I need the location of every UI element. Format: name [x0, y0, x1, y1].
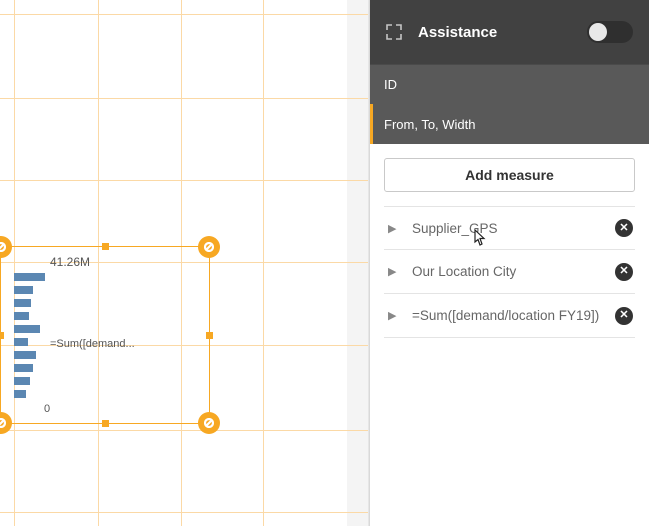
section-from-to-width[interactable]: From, To, Width [370, 104, 649, 144]
panel-body: Add measure ▶Supplier_GPS✕▶Our Location … [370, 144, 649, 338]
expand-icon[interactable] [384, 22, 404, 42]
resize-handle-w[interactable] [0, 332, 4, 339]
resize-handle-se[interactable] [198, 412, 220, 434]
bar [14, 351, 36, 359]
remove-measure-button[interactable]: ✕ [615, 263, 633, 281]
resize-handle-s[interactable] [102, 420, 109, 427]
resize-handle-e[interactable] [206, 332, 213, 339]
y-axis-min-label: 0 [44, 403, 50, 415]
measure-row[interactable]: ▶ Our Location City✕ [384, 250, 635, 294]
measure-row[interactable]: ▶ Supplier_GPS✕ [384, 206, 635, 250]
measure-row[interactable]: ▶ =Sum([demand/location FY19])✕ [384, 294, 635, 338]
series-formula-label: =Sum([demand... [50, 338, 135, 350]
measure-label: Our Location City [412, 264, 615, 279]
bar [14, 273, 45, 281]
bar [14, 338, 28, 346]
panel-topbar: Assistance [370, 0, 649, 64]
chart-selection-box[interactable]: 41.26M =Sum([demand... 0 [0, 246, 210, 424]
canvas-area[interactable]: 41.26M =Sum([demand... 0 [0, 0, 369, 526]
chevron-right-icon: ▶ [388, 309, 402, 322]
bar [14, 325, 40, 333]
chevron-right-icon: ▶ [388, 265, 402, 278]
section-id[interactable]: ID [370, 64, 649, 104]
measure-list: ▶Supplier_GPS✕▶Our Location City✕▶=Sum([… [384, 206, 635, 338]
measure-label: Supplier_GPS [412, 221, 615, 236]
resize-handle-ne[interactable] [198, 236, 220, 258]
chevron-right-icon: ▶ [388, 222, 402, 235]
bar [14, 377, 30, 385]
bar [14, 390, 26, 398]
remove-measure-button[interactable]: ✕ [615, 307, 633, 325]
toggle-knob [589, 23, 607, 41]
remove-measure-button[interactable]: ✕ [615, 219, 633, 237]
bar [14, 299, 31, 307]
bar [14, 364, 33, 372]
assistance-toggle[interactable] [587, 21, 633, 43]
y-axis-max-label: 41.26M [50, 255, 90, 269]
measure-label: =Sum([demand/location FY19]) [412, 308, 615, 323]
panel-title: Assistance [418, 24, 587, 41]
bar [14, 286, 33, 294]
bar [14, 312, 29, 320]
bar-chart[interactable]: 41.26M =Sum([demand... 0 [14, 255, 194, 415]
bar-series [14, 273, 45, 403]
properties-panel: Assistance ID From, To, Width Add measur… [369, 0, 649, 526]
add-measure-button[interactable]: Add measure [384, 158, 635, 192]
resize-handle-n[interactable] [102, 243, 109, 250]
